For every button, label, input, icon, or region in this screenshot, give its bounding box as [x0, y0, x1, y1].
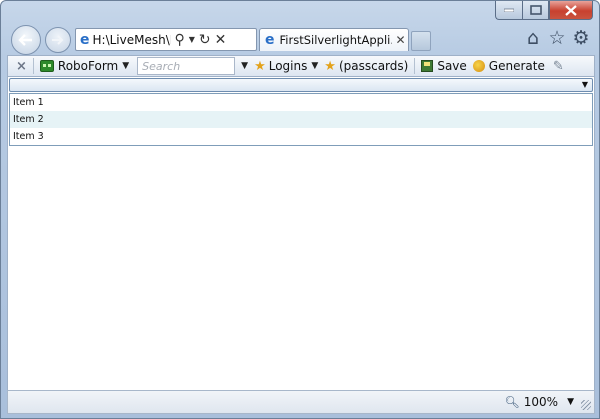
minimize-icon: [504, 8, 514, 12]
ie-icon: e: [80, 31, 90, 48]
home-icon[interactable]: ⌂: [523, 27, 543, 49]
back-arrow-icon: [18, 34, 32, 46]
maximize-icon: [529, 5, 542, 15]
passcards-star-icon: ★: [324, 58, 336, 74]
generate-button[interactable]: Generate: [472, 59, 545, 73]
window-caption-buttons: [495, 1, 593, 21]
list-item[interactable]: Item 2: [10, 111, 592, 128]
logins-menu-button[interactable]: ★ Logins ▼: [254, 59, 318, 74]
zoom-magnifier-icon: 🔍︎: [504, 395, 520, 409]
passcards-button[interactable]: ★ (passcards): [324, 59, 408, 74]
zoom-level: 100%: [523, 395, 558, 409]
resize-grip[interactable]: [581, 400, 591, 410]
chevron-down-icon: ▼: [122, 61, 130, 71]
address-bar[interactable]: e H:\LiveMesh\M ⚲ ▼ ↻ ✕: [75, 28, 257, 51]
toolbar-separator: [32, 58, 34, 74]
status-bar: 🔍︎ 100% ▼: [7, 390, 595, 414]
stop-icon[interactable]: ✕: [215, 33, 227, 47]
list-item[interactable]: Item 3: [10, 128, 592, 145]
logins-label: Logins: [268, 59, 308, 73]
roboform-logo-icon: [39, 60, 54, 72]
tab-close-icon[interactable]: ✕: [396, 33, 406, 47]
logins-star-icon: ★: [254, 58, 266, 74]
forward-button[interactable]: [45, 27, 71, 53]
toolbar-close-button[interactable]: ×: [16, 59, 27, 74]
address-input[interactable]: H:\LiveMesh\M: [93, 33, 171, 47]
list-item[interactable]: Item 1: [10, 94, 592, 111]
roboform-label: RoboForm: [57, 59, 119, 73]
tab-title: FirstSilverlightAppli...: [279, 33, 392, 47]
search-icon[interactable]: ⚲: [175, 33, 185, 47]
save-button[interactable]: Save: [421, 59, 467, 73]
roboform-menu-button[interactable]: RoboForm ▼: [39, 59, 130, 73]
highlight-brush-icon[interactable]: ✎: [553, 59, 564, 74]
chevron-down-icon: ▼: [581, 80, 588, 89]
refresh-icon[interactable]: ↻: [199, 33, 211, 47]
ie-icon: e: [265, 32, 275, 48]
minimize-button[interactable]: [495, 1, 522, 20]
generate-icon: [472, 60, 485, 72]
list-box: Item 1 Item 2 Item 3: [9, 93, 593, 146]
command-icons: ⌂ ☆ ⚙: [523, 27, 591, 49]
favorites-star-icon[interactable]: ☆: [547, 27, 567, 49]
forward-arrow-icon: [52, 35, 64, 45]
dropdown-icon[interactable]: ▼: [189, 35, 195, 44]
toolbar-separator: [414, 58, 416, 74]
zoom-control[interactable]: 🔍︎ 100%: [504, 395, 558, 409]
roboform-search-input[interactable]: Search: [137, 57, 236, 75]
save-disk-icon: [421, 60, 434, 72]
chevron-down-icon: ▼: [311, 61, 319, 71]
tab-first-silverlight-app[interactable]: e FirstSilverlightAppli... ✕: [259, 28, 409, 51]
zoom-dropdown-icon[interactable]: ▼: [567, 397, 574, 407]
back-button[interactable]: [11, 25, 41, 55]
close-button[interactable]: [549, 1, 593, 20]
save-label: Save: [437, 59, 467, 73]
roboform-toolbar: × RoboForm ▼ Search ▼ ★ Logins ▼ ★ (pass…: [7, 55, 595, 77]
generate-label: Generate: [488, 59, 545, 73]
tools-gear-icon[interactable]: ⚙: [571, 27, 591, 49]
page-content: ▼ Item 1 Item 2 Item 3: [7, 77, 595, 390]
new-tab-button[interactable]: [411, 31, 431, 51]
passcards-label: (passcards): [338, 59, 409, 73]
maximize-button[interactable]: [522, 1, 549, 20]
search-dropdown-icon[interactable]: ▼: [241, 61, 248, 71]
browser-window: e H:\LiveMesh\M ⚲ ▼ ↻ ✕ e FirstSilverlig…: [0, 0, 600, 419]
combo-box[interactable]: ▼: [9, 78, 593, 92]
close-icon: [565, 4, 577, 16]
